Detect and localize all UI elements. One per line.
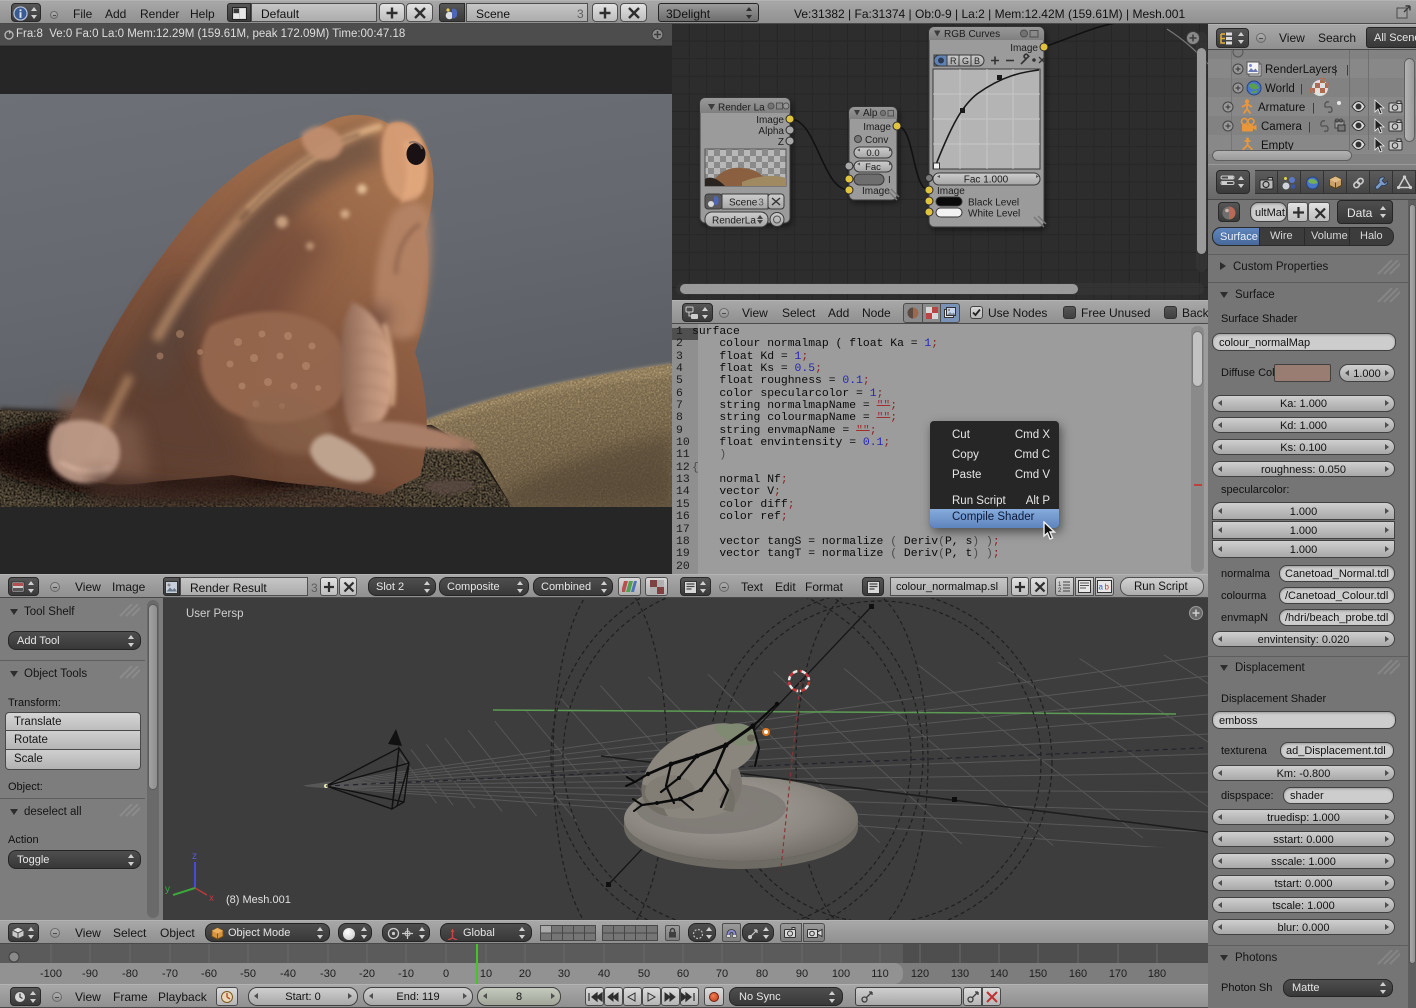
svg-text:10: 10 [480,968,492,980]
svg-text:60: 60 [677,968,689,980]
svg-text:Alpha: Alpha [758,126,784,137]
svg-text:Render La: Render La [718,103,765,114]
svg-text:Fac 1.000: Fac 1.000 [964,175,1009,186]
svg-text:-60: -60 [201,968,217,980]
svg-text:110: 110 [871,968,889,980]
svg-text:RGB Curves: RGB Curves [944,29,1000,40]
svg-text:Black Level: Black Level [968,198,1019,209]
svg-text:100: 100 [832,968,850,980]
svg-text:50: 50 [638,968,650,980]
svg-text:-30: -30 [320,968,336,980]
svg-text:y: y [165,884,170,895]
svg-text:|: | [1334,64,1337,76]
svg-text:120: 120 [911,968,929,980]
svg-text:R: R [950,56,957,66]
svg-text:Alp: Alp [863,108,878,119]
svg-text:90: 90 [796,968,808,980]
svg-text:180: 180 [1148,968,1166,980]
svg-text:|: | [1312,102,1315,114]
svg-text:0: 0 [443,968,449,980]
svg-text:Image: Image [1010,43,1038,54]
svg-text:70: 70 [716,968,728,980]
svg-text:150: 150 [1029,968,1047,980]
svg-text:-90: -90 [82,968,98,980]
svg-text:Scene: Scene [729,198,758,209]
svg-text:World: World [1265,83,1295,95]
svg-text:Camera: Camera [1261,121,1303,133]
svg-text:30: 30 [558,968,570,980]
svg-text:-80: -80 [122,968,138,980]
svg-text:Armature: Armature [1258,102,1305,114]
svg-text:-70: -70 [162,968,178,980]
svg-text:Fac: Fac [865,162,881,173]
svg-text:Conv: Conv [865,135,888,146]
svg-text:Image: Image [863,122,891,133]
svg-text:-40: -40 [280,968,296,980]
svg-text:3: 3 [758,198,764,209]
svg-text:I: I [888,175,891,186]
svg-text:|: | [1346,64,1349,76]
svg-text:B: B [974,56,980,66]
svg-text:40: 40 [598,968,610,980]
svg-text:2: 2 [1058,588,1062,593]
svg-text:White Level: White Level [968,209,1020,220]
svg-text:RenderLayers: RenderLayers [1265,64,1337,76]
svg-text:|: | [1300,83,1303,95]
svg-text:a: a [1099,583,1104,592]
svg-text:-100: -100 [40,968,62,980]
svg-text:80: 80 [756,968,768,980]
svg-text:-20: -20 [359,968,375,980]
svg-text:140: 140 [990,968,1008,980]
svg-text:Image: Image [937,186,965,197]
svg-text:G: G [962,56,969,66]
svg-text:User Persp: User Persp [186,608,244,620]
svg-text:Image: Image [756,115,784,126]
svg-text:b: b [1105,583,1110,592]
svg-text:Image: Image [862,186,890,197]
svg-text:-50: -50 [240,968,256,980]
svg-text:0.0: 0.0 [866,148,879,159]
svg-text:Z: Z [778,137,784,148]
svg-text:130: 130 [951,968,969,980]
svg-text:170: 170 [1109,968,1127,980]
svg-text:|: | [1308,121,1311,133]
svg-text:x: x [209,893,214,904]
svg-text:(8) Mesh.001: (8) Mesh.001 [226,894,291,906]
svg-text:-10: -10 [398,968,414,980]
svg-text:RenderLa: RenderLa [712,216,756,227]
svg-text:z: z [192,851,197,862]
svg-text:160: 160 [1069,968,1087,980]
svg-text:20: 20 [519,968,531,980]
